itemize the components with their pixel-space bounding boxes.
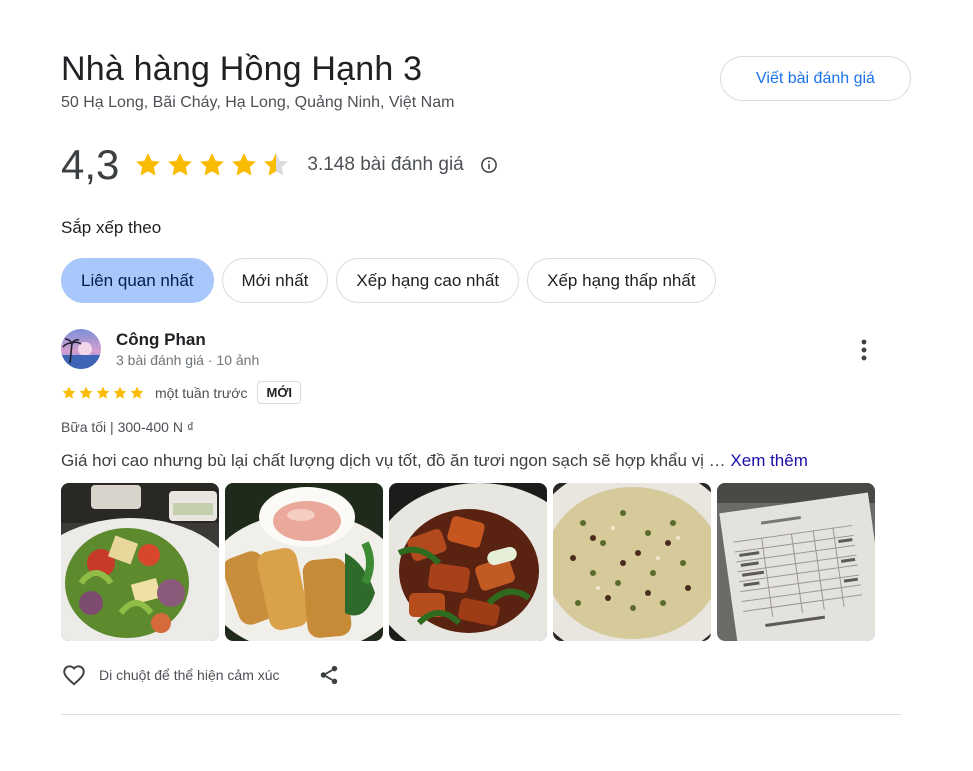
reviewer-name[interactable]: Công Phan (116, 330, 206, 350)
place-name: Nhà hàng Hồng Hạnh 3 (61, 50, 423, 88)
info-icon[interactable] (480, 156, 498, 174)
star-icon (130, 386, 144, 399)
star-icon (96, 386, 110, 399)
rating-summary: 4,3 3.148 bài đánh giá (61, 140, 498, 190)
photo-stir-fried-pork[interactable] (389, 483, 547, 641)
star-icon (200, 153, 225, 176)
sort-chips: Liên quan nhất Mới nhất Xếp hạng cao nhấ… (61, 258, 724, 303)
divider (61, 714, 901, 715)
review-rating: một tuần trước MỚI (61, 381, 302, 404)
star-icon (136, 153, 161, 176)
star-half-icon (264, 153, 289, 176)
sort-label: Sắp xếp theo (61, 218, 162, 237)
star-icon (168, 153, 193, 176)
sort-chip-lowest[interactable]: Xếp hạng thấp nhất (527, 258, 716, 303)
photo-receipt[interactable] (717, 483, 875, 641)
rating-stars (133, 150, 293, 180)
new-badge: MỚI (257, 381, 302, 404)
photo-salad[interactable] (61, 483, 219, 641)
react-label: Di chuột để thể hiện cảm xúc (99, 667, 280, 683)
write-review-button[interactable]: Viết bài đánh giá (720, 56, 911, 101)
more-options-icon[interactable] (851, 337, 877, 363)
avatar[interactable] (61, 329, 101, 369)
share-icon[interactable] (318, 664, 340, 686)
star-icon (232, 153, 257, 176)
review-attributes: Bữa tối | 300-400 N ₫ (61, 419, 195, 435)
rating-value: 4,3 (61, 141, 120, 188)
reviewer-meta: 3 bài đánh giá · 10 ảnh (116, 352, 260, 368)
star-icon (79, 386, 93, 399)
review-actions: Di chuột để thể hiện cảm xúc (61, 662, 340, 688)
review-time: một tuần trước (155, 384, 248, 401)
star-icon (62, 386, 76, 399)
review-body: Giá hơi cao nhưng bù lại chất lượng dịch… (61, 451, 726, 470)
review-photos (61, 483, 881, 641)
sort-chip-newest[interactable]: Mới nhất (221, 258, 329, 303)
see-more-link[interactable]: Xem thêm (730, 451, 807, 470)
star-icon (113, 386, 127, 399)
photo-fried-rice[interactable] (553, 483, 711, 641)
sort-chip-relevant[interactable]: Liên quan nhất (61, 258, 214, 303)
photo-spring-rolls[interactable] (225, 483, 383, 641)
review-count: 3.148 bài đánh giá (307, 154, 464, 175)
sort-chip-highest[interactable]: Xếp hạng cao nhất (336, 258, 520, 303)
place-address: 50 Hạ Long, Bãi Cháy, Hạ Long, Quảng Nin… (61, 94, 455, 111)
review-text: Giá hơi cao nhưng bù lại chất lượng dịch… (61, 451, 808, 471)
heart-icon[interactable] (61, 662, 87, 688)
